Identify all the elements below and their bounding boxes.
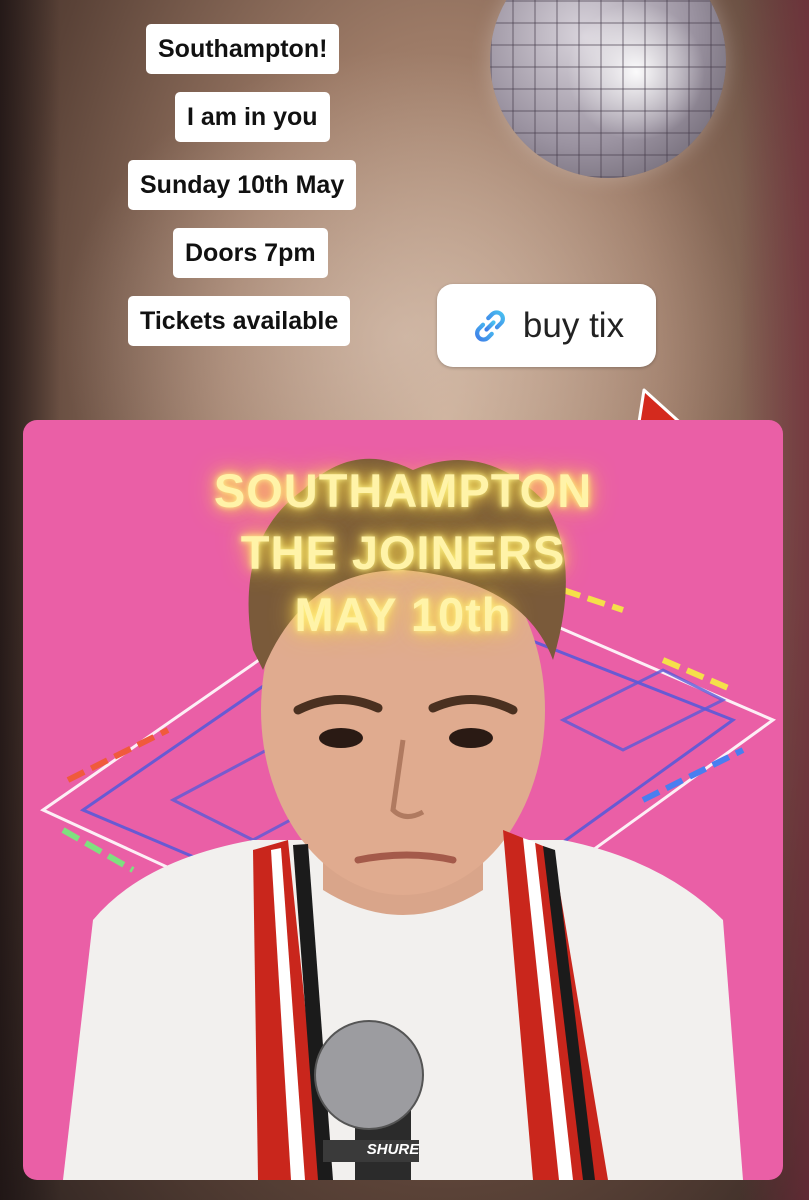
sticker-tickets: Tickets available [128,296,351,346]
sticker-i-am-in-you: I am in you [175,92,330,142]
sticker-doors: Doors 7pm [173,228,328,278]
sticker-date: Sunday 10th May [128,160,357,210]
headline-line-3: MAY 10th [294,588,512,641]
headline-line-2: THE JOINERS [240,526,566,579]
headline-line-1: SOUTHAMPTON [213,464,593,517]
link-icon [475,309,505,342]
poster-headline: SOUTHAMPTON THE JOINERS MAY 10th [23,460,783,646]
mic-brand-label: SHURE [366,1141,420,1158]
buy-tix-label: buy tix [522,305,625,345]
sticker-southampton: Southampton! [146,24,340,74]
disco-ball-icon [490,0,726,178]
event-poster: SOUTHAMPTON THE JOINERS MAY 10th SHURE [23,420,783,1180]
buy-tix-link-button[interactable]: buy tix [437,284,656,367]
